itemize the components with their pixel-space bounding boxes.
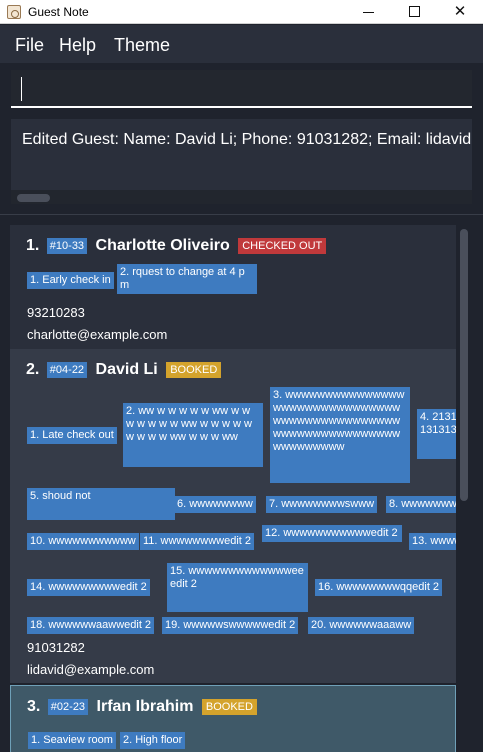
command-input[interactable] xyxy=(11,70,472,108)
title-bar: Guest Note ✕ xyxy=(0,0,483,24)
request-tag: 4. 21312313131312 xyxy=(417,409,456,459)
guest-email: lidavid@example.com xyxy=(27,662,155,677)
request-tag: 5. shoud not xyxy=(27,488,175,520)
guest-card[interactable]: 2. #04-22 David Li BOOKED 1. Late check … xyxy=(10,349,456,683)
guest-name: David Li xyxy=(95,361,158,378)
guest-name: Charlotte Oliveiro xyxy=(95,237,230,254)
status-badge: BOOKED xyxy=(166,362,222,378)
close-icon: ✕ xyxy=(453,3,467,20)
guest-header: 3. #02-23 Irfan Ibrahim BOOKED xyxy=(27,698,257,718)
guest-index: 3. xyxy=(27,698,41,715)
request-tag: 15. wwwwwwwwwwwwweeedit 2 xyxy=(167,563,308,612)
menu-file[interactable]: File xyxy=(15,35,44,56)
request-tag: 20. wwwwwwaaaww xyxy=(308,617,415,634)
guest-phone: 91031282 xyxy=(27,640,85,655)
request-tag: 6. wwwwwwww xyxy=(174,496,256,513)
result-display: Edited Guest: Name: David Li; Phone: 910… xyxy=(11,119,472,204)
request-tag: 3. wwwwwwwwwwwwwwwwwwwwwwwwwwwwwwwwwwwww… xyxy=(270,387,410,483)
maximize-icon xyxy=(409,6,420,17)
request-tag: 14. wwwwwwwwwedit 2 xyxy=(27,579,150,596)
request-tag: 11. wwwwwwwwedit 2 xyxy=(140,533,254,550)
minimize-button[interactable] xyxy=(346,0,392,24)
minimize-icon xyxy=(363,12,374,13)
guest-list: 1. #10-33 Charlotte Oliveiro CHECKED OUT… xyxy=(0,214,483,752)
request-tag: 13. wwww xyxy=(409,533,456,550)
request-tag: 1. Late check out xyxy=(27,427,117,444)
horizontal-scrollbar[interactable] xyxy=(11,190,472,204)
guest-card-selected[interactable]: 3. #02-23 Irfan Ibrahim BOOKED 1. Seavie… xyxy=(10,685,456,752)
window-title: Guest Note xyxy=(28,5,89,19)
request-tag: 8. wwwwwwww xyxy=(386,496,456,513)
request-tag: 12. wwwwwwwwwwwedit 2 xyxy=(262,525,402,542)
request-tag: 19. wwwwwswwwwwedit 2 xyxy=(162,617,299,634)
menu-help[interactable]: Help xyxy=(59,35,96,56)
room-badge: #10-33 xyxy=(46,238,88,254)
app-icon xyxy=(7,5,21,19)
request-tag: 1. Seaview room xyxy=(28,732,116,749)
request-tag: 2. rquest to change at 4 p m xyxy=(117,264,257,294)
horizontal-scrollbar-thumb[interactable] xyxy=(17,194,50,202)
guest-index: 1. xyxy=(26,237,40,254)
close-button[interactable]: ✕ xyxy=(437,0,483,24)
guest-name: Irfan Ibrahim xyxy=(96,698,194,715)
text-caret xyxy=(21,77,22,101)
request-tag: 18. wwwwwwaawwedit 2 xyxy=(27,617,155,634)
result-text: Edited Guest: Name: David Li; Phone: 910… xyxy=(22,131,472,148)
menu-theme[interactable]: Theme xyxy=(114,35,170,56)
guest-header: 2. #04-22 David Li BOOKED xyxy=(26,361,222,381)
request-tag: 2. High floor xyxy=(120,732,186,749)
request-tag: 7. wwwwwwwwswww xyxy=(266,496,378,513)
request-tag: 10. wwwwwwwwwww xyxy=(27,533,139,550)
menu-bar: File Help Theme xyxy=(0,25,483,63)
guest-header: 1. #10-33 Charlotte Oliveiro CHECKED OUT xyxy=(26,237,327,257)
request-tag: 2. ww w w w w w ww w w w w w w w ww w w … xyxy=(123,403,263,467)
status-badge: CHECKED OUT xyxy=(238,238,327,254)
guest-index: 2. xyxy=(26,361,40,378)
maximize-button[interactable] xyxy=(392,0,438,24)
status-badge: BOOKED xyxy=(201,699,257,715)
guest-email: charlotte@example.com xyxy=(27,327,168,342)
room-badge: #02-23 xyxy=(47,699,89,715)
room-badge: #04-22 xyxy=(46,362,88,378)
guest-card[interactable]: 1. #10-33 Charlotte Oliveiro CHECKED OUT… xyxy=(10,225,456,349)
vertical-scrollbar-thumb[interactable] xyxy=(460,229,468,501)
request-tag: 16. wwwwwwwwqqedit 2 xyxy=(315,579,443,596)
guest-phone: 93210283 xyxy=(27,305,85,320)
request-tag: 1. Early check in xyxy=(27,272,114,289)
